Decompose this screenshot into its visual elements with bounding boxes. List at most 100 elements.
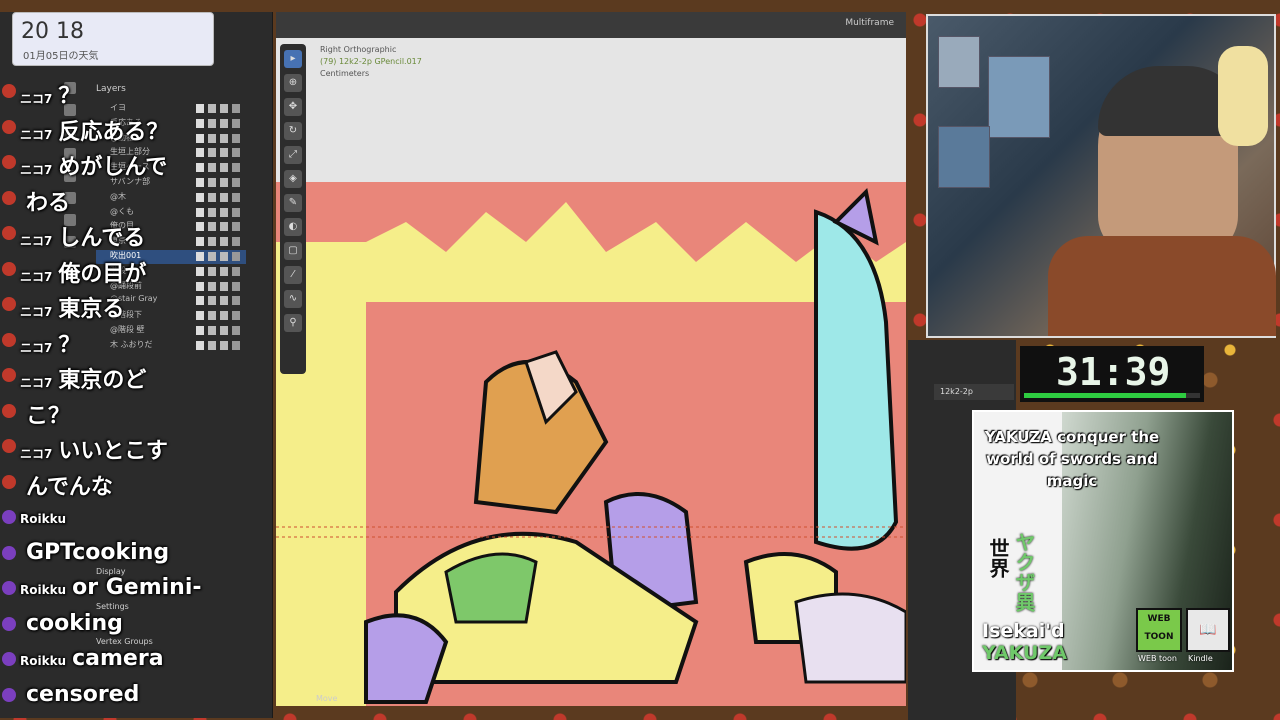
chat-text: censored [26, 681, 140, 707]
chat-username: Roikku [20, 654, 67, 668]
chat-user-badge-icon [2, 616, 16, 631]
chat-message: cooking [20, 611, 123, 636]
webcam-feed [926, 14, 1276, 338]
timer-progress [1024, 393, 1200, 398]
move-icon[interactable]: ✥ [284, 98, 302, 116]
select-cursor-icon[interactable]: ▸ [284, 50, 302, 68]
kindle-label: Kindle [1188, 654, 1213, 663]
chat-username: ニコ7 [20, 447, 53, 461]
chat-message: ニコ7 東京る [20, 291, 124, 323]
cursor-icon[interactable]: ⊕ [284, 74, 302, 92]
chat-username: ニコ7 [20, 305, 53, 319]
chat-user-badge-icon [2, 403, 16, 418]
rotate-icon[interactable]: ↻ [284, 122, 302, 140]
chat-text: しんでる [58, 226, 146, 251]
chat-text: わる [26, 190, 71, 216]
draw-icon[interactable]: ✎ [284, 194, 302, 212]
chat-text: or Gemini- [72, 575, 202, 600]
chat-message: こ？ [20, 398, 70, 430]
chat-message: んでんな [20, 469, 113, 501]
chat-user-badge-icon [2, 510, 16, 524]
webtoon-label: WEB toon [1138, 654, 1177, 663]
teddy-bear [1218, 46, 1268, 146]
manga-title: YAKUZA conquer the world of swords and m… [984, 428, 1160, 490]
webtoon-logo: WEB TOON [1136, 608, 1182, 652]
chat-message: ニコ7 反応ある？ [20, 114, 168, 146]
viewport-header: Multiframe [276, 12, 906, 38]
manga-jp-title-b: ヤクザ異 [1012, 532, 1036, 612]
drawing-canvas[interactable] [276, 182, 906, 706]
chat-user-badge-icon [2, 368, 16, 382]
chat-username: ニコ7 [20, 163, 53, 177]
chat-user-badge-icon [2, 652, 16, 666]
chat-user-badge-icon [2, 190, 16, 205]
chat-username: ニコ7 [20, 376, 53, 390]
chat-username: Roikku [20, 512, 67, 526]
fill-icon[interactable]: ◐ [284, 218, 302, 236]
active-object: (79) 12k2-2p GPencil.017 [320, 57, 422, 66]
weather-date: 01月05日の天気 [23, 51, 99, 62]
chat-user-badge-icon [2, 297, 16, 311]
chat-text: camera [72, 646, 164, 671]
chat-overlay: ニコ7？ニコ7 反応ある？ ニコ7 めがしんで わる ニコ7 しんでる ニコ7 俺の目が ニコ7 東… [0, 70, 270, 720]
chat-user-badge-icon [2, 226, 16, 240]
chat-message: Roikku or Gemini- [20, 575, 202, 600]
chat-username: ニコ7 [20, 92, 53, 106]
multiframe-toggle[interactable]: Multiframe [845, 18, 894, 28]
chat-user-badge-icon [2, 84, 16, 98]
manga-ad: YAKUZA conquer the world of swords and m… [972, 410, 1234, 672]
chat-username: ニコ7 [20, 127, 53, 142]
scale-icon[interactable]: ⤢ [284, 146, 302, 164]
chat-message: ニコ7 東京のど [20, 362, 146, 394]
line-icon[interactable]: ⁄ [284, 266, 302, 284]
isekai-text: Isekai'd [982, 620, 1065, 642]
chat-user-badge-icon [2, 545, 16, 560]
timer-value: 31:39 [1056, 350, 1171, 394]
chat-message: ニコ7 ？ [20, 78, 80, 110]
manga-jp-title-a: 世界 [986, 538, 1010, 578]
chat-username: ニコ7 [20, 269, 53, 284]
wall-poster [938, 126, 990, 188]
chat-message: ニコ7 俺の目が [20, 256, 146, 288]
3d-viewport[interactable]: Multiframe Right Orthographic (79) 12k2-… [276, 12, 906, 706]
chat-message: ニコ7 ？ [20, 327, 80, 359]
tool-shelf: ▸ ⊕ ✥ ↻ ⤢ ◈ ✎ ◐ ▢ ⁄ ∿ ⚲ [280, 44, 306, 374]
chat-message: ニコ7 めがしんで [20, 149, 167, 181]
chat-user-badge-icon [2, 119, 16, 134]
chat-username: ニコ7 [20, 340, 53, 355]
chat-text: んでんな [26, 474, 113, 500]
units-label: Centimeters [320, 69, 370, 78]
chat-user-badge-icon [2, 332, 16, 347]
operation-status: Move [316, 694, 338, 703]
eyedropper-icon[interactable]: ⚲ [284, 314, 302, 332]
transform-icon[interactable]: ◈ [284, 170, 302, 188]
chat-user-badge-icon [2, 155, 16, 169]
erase-icon[interactable]: ▢ [284, 242, 302, 260]
chat-message: Roikku [20, 504, 72, 529]
chat-text: ？ [58, 332, 81, 358]
chat-text: cooking [26, 610, 123, 636]
chat-user-badge-icon [2, 439, 16, 453]
chat-username: ニコ7 [20, 234, 53, 248]
chat-text: ？ [58, 84, 81, 109]
chat-username: Roikku [20, 583, 67, 597]
chat-user-badge-icon [2, 581, 16, 595]
chat-text: 東京のど [58, 368, 147, 393]
viewport-info: Right Orthographic (79) 12k2-2p GPencil.… [320, 44, 422, 80]
clock-widget: 20 18 01月05日の天気 [12, 12, 214, 66]
chat-message: ニコ7 いいとこす [20, 433, 168, 465]
object-name-field[interactable]: 12k2-2p [934, 384, 1014, 400]
yakuza-text: YAKUZA [982, 642, 1067, 664]
chat-user-badge-icon [2, 474, 16, 489]
chat-text: こ？ [26, 403, 71, 429]
chat-text: GPTcooking [26, 539, 170, 565]
manga-subtitle: Isekai'd YAKUZA [982, 620, 1067, 664]
clock-time: 20 18 [21, 19, 84, 44]
wall-poster [938, 36, 980, 88]
curve-icon[interactable]: ∿ [284, 290, 302, 308]
chat-text: 反応ある？ [58, 119, 169, 145]
chat-user-badge-icon [2, 687, 16, 702]
kindle-logo: 📖 [1186, 608, 1230, 652]
chat-message: わる [20, 185, 70, 217]
artwork [276, 182, 906, 706]
